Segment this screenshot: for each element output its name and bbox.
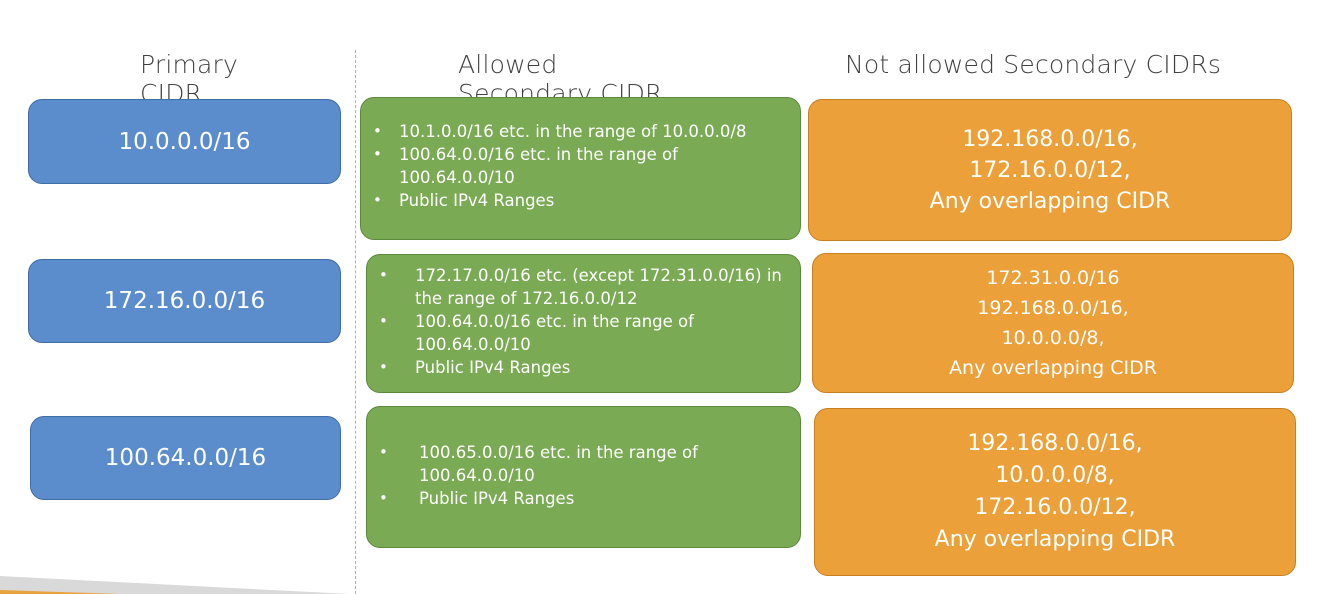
not-allowed-cidr-box-1: 192.168.0.0/16, 172.16.0.0/12, Any overl… bbox=[808, 99, 1292, 241]
allowed-cidr-item: 100.64.0.0/16 etc. in the range of 100.6… bbox=[367, 310, 794, 356]
allowed-cidr-item: 100.65.0.0/16 etc. in the range of 100.6… bbox=[367, 441, 794, 487]
not-allowed-cidr-box-3: 192.168.0.0/16, 10.0.0.0/8, 172.16.0.0/1… bbox=[814, 408, 1296, 576]
not-allowed-cidr-box-2: 172.31.0.0/16 192.168.0.0/16, 10.0.0.0/8… bbox=[812, 253, 1294, 393]
primary-cidr-value: 10.0.0.0/16 bbox=[118, 128, 251, 155]
primary-cidr-box-1: 10.0.0.0/16 bbox=[28, 99, 341, 184]
column-divider bbox=[355, 50, 356, 594]
primary-cidr-value: 172.16.0.0/16 bbox=[103, 288, 266, 314]
allowed-cidr-box-3: 100.65.0.0/16 etc. in the range of 100.6… bbox=[366, 406, 801, 548]
allowed-cidr-item: Public IPv4 Ranges bbox=[367, 356, 794, 379]
allowed-cidr-item: Public IPv4 Ranges bbox=[367, 487, 794, 510]
not-allowed-cidr-item: 192.168.0.0/16, bbox=[962, 126, 1138, 152]
not-allowed-cidr-item: 192.168.0.0/16, bbox=[977, 297, 1129, 319]
primary-cidr-box-2: 172.16.0.0/16 bbox=[28, 259, 341, 343]
not-allowed-cidr-item: Any overlapping CIDR bbox=[949, 357, 1157, 379]
allowed-cidr-item: 172.17.0.0/16 etc. (except 172.31.0.0/16… bbox=[367, 264, 794, 310]
not-allowed-secondary-cidrs-header: Not allowed Secondary CIDRs bbox=[845, 50, 1222, 79]
not-allowed-cidr-item: 10.0.0.0/8, bbox=[1001, 327, 1105, 349]
allowed-cidr-item: 10.1.0.0/16 etc. in the range of 10.0.0.… bbox=[361, 120, 790, 143]
not-allowed-cidr-item: 172.16.0.0/12, bbox=[969, 157, 1131, 183]
not-allowed-cidr-item: 172.16.0.0/12, bbox=[974, 495, 1136, 520]
allowed-cidr-item: Public IPv4 Ranges bbox=[361, 189, 790, 212]
allowed-cidr-item: 100.64.0.0/16 etc. in the range of 100.6… bbox=[361, 143, 790, 189]
primary-cidr-box-3: 100.64.0.0/16 bbox=[30, 416, 341, 500]
not-allowed-cidr-item: Any overlapping CIDR bbox=[929, 188, 1171, 214]
slide-corner-decoration bbox=[0, 576, 350, 594]
allowed-cidr-box-1: 10.1.0.0/16 etc. in the range of 10.0.0.… bbox=[360, 97, 801, 240]
not-allowed-cidr-item: 192.168.0.0/16, bbox=[967, 431, 1143, 456]
primary-cidr-value: 100.64.0.0/16 bbox=[104, 445, 267, 471]
not-allowed-cidr-item: 172.31.0.0/16 bbox=[986, 267, 1120, 289]
allowed-cidr-box-2: 172.17.0.0/16 etc. (except 172.31.0.0/16… bbox=[366, 254, 801, 393]
not-allowed-cidr-item: 10.0.0.0/8, bbox=[995, 463, 1115, 488]
not-allowed-cidr-item: Any overlapping CIDR bbox=[934, 527, 1176, 552]
